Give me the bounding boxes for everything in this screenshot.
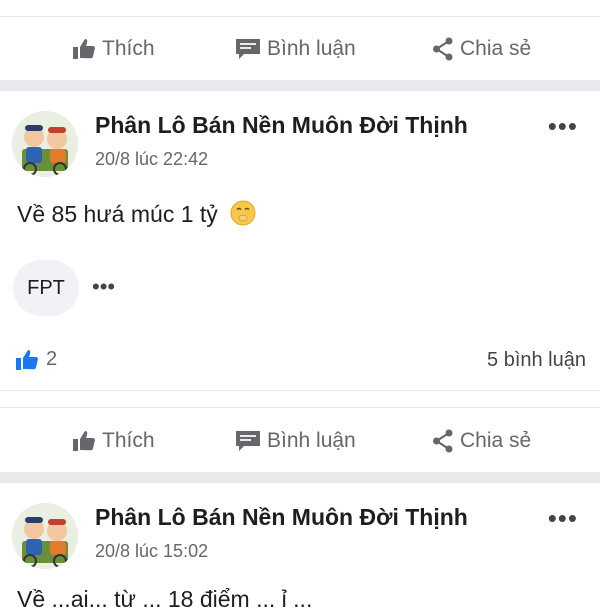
like-button[interactable]: Thích [72, 27, 155, 71]
divider [0, 407, 600, 408]
share-button[interactable]: Chia sẻ [432, 419, 531, 463]
post-timestamp[interactable]: 20/8 lúc 15:02 [95, 541, 208, 562]
post-header: Phân Lô Bán Nền Muôn Đời Thịnh 20/8 lúc … [0, 496, 600, 576]
share-button[interactable]: Chia sẻ [432, 27, 531, 71]
share-label: Chia sẻ [460, 37, 532, 60]
post-author[interactable]: Phân Lô Bán Nền Muôn Đời Thịnh [95, 112, 468, 139]
post-action-bar: Thích Bình luận Chia sẻ [0, 27, 600, 71]
post-text-content: Về ...ai... từ ... 18 điểm ... ỉ ... [17, 586, 313, 612]
divider [0, 16, 600, 17]
avatar[interactable] [12, 111, 78, 177]
comment-button[interactable]: Bình luận [235, 27, 356, 71]
thumbs-up-icon [73, 431, 95, 451]
comment-icon [236, 431, 260, 451]
comment-label: Bình luận [267, 37, 356, 60]
like-label: Thích [102, 429, 155, 452]
post-timestamp[interactable]: 20/8 lúc 22:42 [95, 149, 208, 170]
like-reaction-icon [16, 349, 38, 370]
comment-label: Bình luận [267, 429, 356, 452]
thumbs-up-icon [73, 39, 95, 59]
post-header: Phân Lô Bán Nền Muôn Đời Thịnh 20/8 lúc … [0, 104, 600, 184]
cartoon-avatar-icon [12, 503, 78, 569]
shushing-face-icon [230, 200, 256, 232]
post-separator [0, 80, 600, 91]
post-text-content: Về 85 hưá múc 1 tỷ [17, 201, 218, 228]
like-button[interactable]: Thích [72, 419, 155, 463]
more-options-icon[interactable]: ••• [548, 505, 578, 531]
share-label: Chia sẻ [460, 429, 532, 452]
share-icon [433, 429, 453, 453]
stock-tag-label: FPT [27, 276, 65, 299]
comment-button[interactable]: Bình luận [235, 419, 356, 463]
post-action-bar: Thích Bình luận Chia sẻ [0, 419, 600, 463]
avatar[interactable] [12, 503, 78, 569]
like-count: 2 [46, 348, 58, 370]
stock-tag-chip[interactable]: FPT [13, 260, 79, 316]
post-author[interactable]: Phân Lô Bán Nền Muôn Đời Thịnh [95, 504, 468, 531]
more-options-icon[interactable]: ••• [548, 113, 578, 139]
like-label: Thích [102, 37, 155, 60]
share-icon [433, 37, 453, 61]
post-separator [0, 472, 600, 483]
reaction-summary[interactable]: 2 [15, 348, 57, 371]
post-text: Về 85 hưá múc 1 tỷ [17, 200, 256, 232]
comment-icon [236, 39, 260, 59]
divider [0, 390, 600, 391]
comment-count[interactable]: 5 bình luận [487, 349, 586, 372]
tag-more-icon[interactable]: ••• [92, 276, 115, 298]
cartoon-avatar-icon [12, 111, 78, 177]
